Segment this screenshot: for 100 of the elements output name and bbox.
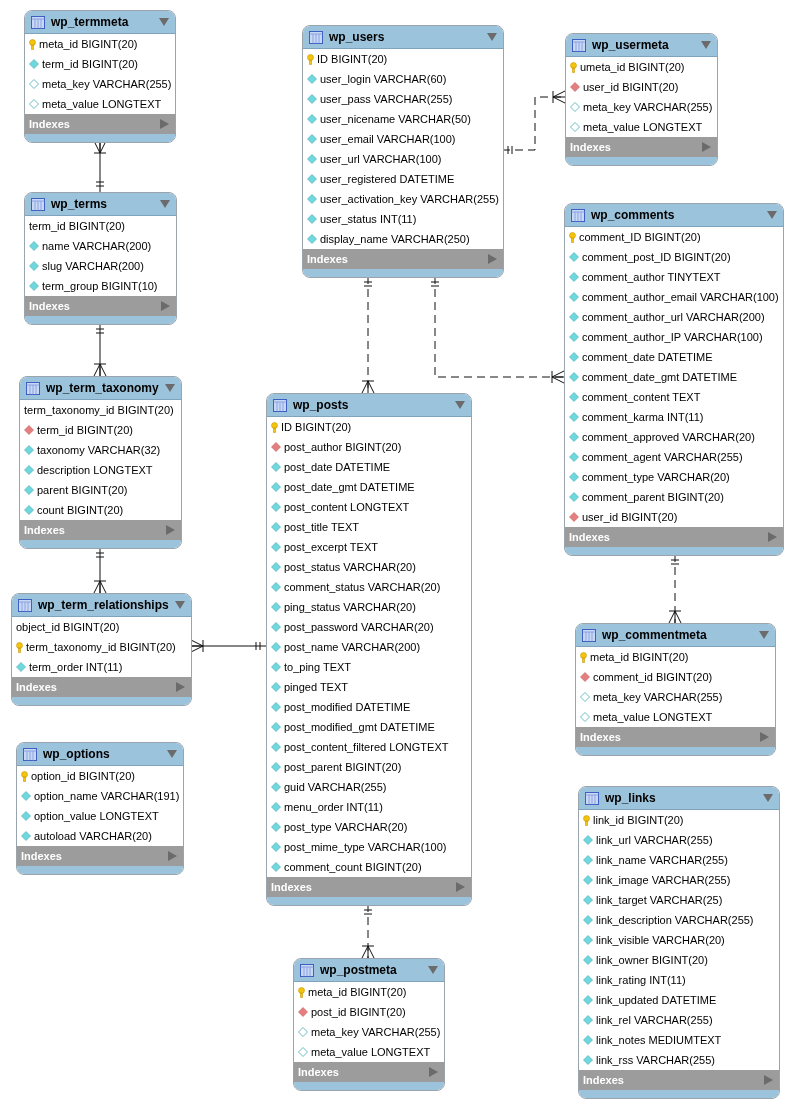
caret-icon[interactable] <box>766 211 777 219</box>
column-name: comment_parent BIGINT(20) <box>582 491 724 503</box>
caret-icon[interactable] <box>160 200 170 208</box>
column-name: pinged TEXT <box>284 681 348 693</box>
table-icon <box>18 598 32 612</box>
column-name: comment_agent VARCHAR(255) <box>582 451 743 463</box>
caret-icon[interactable] <box>167 750 178 758</box>
column-name: link_name VARCHAR(255) <box>596 854 728 866</box>
column-name: umeta_id BIGINT(20) <box>580 61 685 73</box>
column-name: term_group BIGINT(10) <box>42 280 158 292</box>
table-icon <box>26 381 40 395</box>
column-name: link_target VARCHAR(25) <box>596 894 723 906</box>
indexes-label: Indexes <box>569 531 610 543</box>
column-name: link_image VARCHAR(255) <box>596 874 731 886</box>
column-name: comment_author_IP VARCHAR(100) <box>582 331 763 343</box>
column-name: meta_id BIGINT(20) <box>590 651 689 663</box>
caret-icon[interactable] <box>165 384 175 392</box>
column-name: user_login VARCHAR(60) <box>320 73 447 85</box>
key-icon <box>570 61 577 73</box>
column-name: comment_content TEXT <box>582 391 701 403</box>
column-name: comment_ID BIGINT(20) <box>579 231 701 243</box>
column-name: post_author BIGINT(20) <box>284 441 402 453</box>
column-name: user_nicename VARCHAR(50) <box>320 113 471 125</box>
column-name: post_excerpt TEXT <box>284 541 378 553</box>
key-icon <box>29 38 36 50</box>
table-title: wp_comments <box>591 208 676 222</box>
column-name: post_type VARCHAR(20) <box>284 821 408 833</box>
column-name: link_notes MEDIUMTEXT <box>596 1034 722 1046</box>
column-name: link_id BIGINT(20) <box>593 814 684 826</box>
column-name: post_modified DATETIME <box>284 701 411 713</box>
column-name: link_rss VARCHAR(255) <box>596 1054 715 1066</box>
expand-icon[interactable] <box>429 1067 439 1077</box>
column-name: autoload VARCHAR(20) <box>34 830 152 842</box>
column-name: comment_status VARCHAR(20) <box>284 581 441 593</box>
indexes-label: Indexes <box>583 1074 624 1086</box>
expand-icon[interactable] <box>764 1075 773 1085</box>
column-name: link_updated DATETIME <box>596 994 717 1006</box>
indexes-label: Indexes <box>307 253 348 265</box>
table-title: wp_postmeta <box>320 963 398 977</box>
diamond-icon <box>16 662 26 672</box>
column-name: ping_status VARCHAR(20) <box>284 601 416 613</box>
column-name: comment_id BIGINT(20) <box>593 671 713 683</box>
column-name: display_name VARCHAR(250) <box>320 233 470 245</box>
key-icon <box>298 986 305 998</box>
column-name: post_id BIGINT(20) <box>311 1006 406 1018</box>
expand-icon[interactable] <box>166 525 175 535</box>
caret-icon[interactable] <box>763 794 773 802</box>
column-name: meta_key VARCHAR(255) <box>311 1026 441 1038</box>
column-name: comment_karma INT(11) <box>582 411 704 423</box>
caret-icon[interactable] <box>759 631 769 639</box>
indexes-label: Indexes <box>298 1066 339 1078</box>
caret-icon[interactable] <box>174 601 185 609</box>
expand-icon[interactable] <box>760 732 769 742</box>
table-title: wp_users <box>329 30 386 44</box>
column-name: term_id BIGINT(20) <box>37 424 133 436</box>
indexes-label: Indexes <box>29 300 70 312</box>
table-title: wp_posts <box>293 398 350 412</box>
column-name: meta_value LONGTEXT <box>583 121 703 133</box>
expand-icon[interactable] <box>175 682 185 692</box>
table-title: wp_term_relationships <box>38 598 169 612</box>
column-name: meta_value LONGTEXT <box>42 98 162 110</box>
indexes-label: Indexes <box>271 881 312 893</box>
column-name: object_id BIGINT(20) <box>16 621 120 633</box>
expand-icon[interactable] <box>456 882 465 892</box>
column-name: comment_author TINYTEXT <box>582 271 721 283</box>
expand-icon[interactable] <box>702 142 711 152</box>
expand-icon[interactable] <box>487 254 497 264</box>
column-name: description LONGTEXT <box>37 464 153 476</box>
caret-icon[interactable] <box>701 41 711 49</box>
column-name: comment_date DATETIME <box>582 351 713 363</box>
column-name: post_date DATETIME <box>284 461 391 473</box>
table-icon <box>23 747 37 761</box>
caret-icon[interactable] <box>428 966 439 974</box>
expand-icon[interactable] <box>160 119 170 129</box>
column-name: term_taxonomy_id BIGINT(20) <box>24 404 174 416</box>
column-name: link_visible VARCHAR(20) <box>596 934 725 946</box>
column-name: user_id BIGINT(20) <box>583 81 679 93</box>
column-name: meta_key VARCHAR(255) <box>583 101 713 113</box>
column-name: meta_key VARCHAR(255) <box>42 78 172 90</box>
column-name: comment_author_email VARCHAR(100) <box>582 291 779 303</box>
expand-icon[interactable] <box>168 851 178 861</box>
caret-icon[interactable] <box>486 33 497 41</box>
column-name: slug VARCHAR(200) <box>42 260 144 272</box>
indexes-label: Indexes <box>24 524 65 536</box>
table-icon <box>31 15 45 29</box>
column-name: meta_id BIGINT(20) <box>39 38 138 50</box>
expand-icon[interactable] <box>161 301 170 311</box>
column-name: post_status VARCHAR(20) <box>284 561 416 573</box>
column-name: post_mime_type VARCHAR(100) <box>284 841 447 853</box>
column-name: meta_value LONGTEXT <box>593 711 713 723</box>
key-icon <box>583 814 590 826</box>
column-name: comment_author_url VARCHAR(200) <box>582 311 765 323</box>
expand-icon[interactable] <box>767 532 777 542</box>
column-name: term_taxonomy_id BIGINT(20) <box>26 641 176 653</box>
caret-icon[interactable] <box>455 401 465 409</box>
column-name: post_modified_gmt DATETIME <box>284 721 435 733</box>
column-name: user_registered DATETIME <box>320 173 455 185</box>
caret-icon[interactable] <box>159 18 170 26</box>
column-name: link_description VARCHAR(255) <box>596 914 754 926</box>
column-name: user_activation_key VARCHAR(255) <box>320 193 499 205</box>
